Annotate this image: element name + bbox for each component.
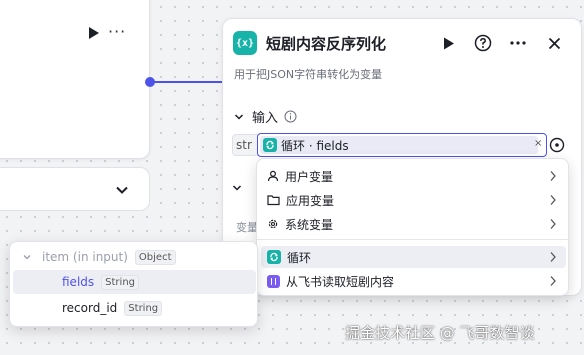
play-icon	[444, 37, 454, 49]
tree-child-row-fields[interactable]: fields String	[13, 270, 256, 294]
type-chip: String	[124, 300, 163, 316]
variables-label: 变量	[236, 221, 258, 234]
dropdown-item-loop[interactable]: 循环	[261, 246, 566, 268]
loop-icon	[263, 138, 277, 152]
loop-fields-tree: item (in input) Object fields String rec…	[9, 241, 258, 327]
loop-icon	[267, 250, 281, 264]
chevron-right-icon	[550, 219, 556, 229]
reference-text: 循环 · fields	[281, 138, 349, 153]
close-button[interactable]	[545, 34, 563, 52]
type-chip: String	[101, 274, 139, 290]
folder-icon	[267, 195, 280, 206]
clear-reference-button[interactable]: ×	[534, 138, 542, 149]
dropdown-item-user-variables[interactable]: 用户变量	[261, 165, 566, 187]
chevron-down-icon	[234, 113, 244, 120]
chevron-right-icon	[550, 171, 556, 181]
info-icon[interactable]	[284, 110, 297, 123]
dropdown-item-label: 从飞书读取短剧内容	[286, 274, 395, 289]
dropdown-item-label: 循环	[287, 250, 312, 265]
dropdown-item-label: 用户变量	[285, 169, 334, 184]
dropdown-item-app-variables[interactable]: 应用变量	[261, 189, 566, 211]
chevron-right-icon	[550, 276, 556, 286]
node-title[interactable]: 短剧内容反序列化	[266, 33, 386, 54]
chevron-right-icon	[550, 252, 556, 262]
tree-child-row-record-id[interactable]: record_id String	[13, 296, 256, 320]
dropdown-item-feishu-node[interactable]: 从飞书读取短剧内容	[261, 270, 566, 292]
dropdown-item-system-variables[interactable]: 系统变量	[261, 213, 566, 235]
tree-child-name: fields	[62, 275, 95, 289]
chevron-down-icon	[23, 255, 31, 260]
dropdown-divider	[257, 239, 570, 240]
variable-dropdown: 用户变量 应用变量 系统变量 循环 从飞书读取短剧内容	[256, 158, 570, 296]
play-icon[interactable]	[87, 26, 101, 40]
previous-node-card[interactable]: ···	[0, 0, 150, 159]
input-section-label: 输入	[252, 111, 279, 126]
target-icon[interactable]	[549, 137, 565, 153]
panel-header: {x} 短剧内容反序列化	[233, 31, 386, 55]
json-node-icon: {x}	[233, 31, 257, 55]
gear-icon	[268, 219, 278, 229]
watermark-text: 掘金技术社区 @ 飞哥数智谈	[345, 324, 535, 342]
run-node-button[interactable]	[440, 34, 458, 52]
help-button[interactable]	[474, 34, 492, 52]
reference-tag[interactable]: 循环 · fields	[260, 136, 538, 154]
help-icon	[474, 34, 492, 52]
connection-line	[154, 81, 224, 83]
variable-reference-input[interactable]: 循环 · fields ×	[257, 133, 547, 157]
node-description: 用于把JSON字符串转化为变量	[234, 68, 383, 81]
tree-parent-row[interactable]: item (in input) Object	[13, 245, 256, 269]
tree-child-name: record_id	[62, 301, 118, 315]
tree-parent-name: item (in input)	[42, 250, 128, 264]
close-icon	[548, 37, 560, 49]
chevron-right-icon	[550, 195, 556, 205]
previous-node-select[interactable]	[0, 167, 150, 211]
more-icon	[510, 41, 526, 45]
input-section-header[interactable]: 输入	[234, 107, 297, 126]
feishu-icon	[267, 274, 280, 288]
user-icon	[267, 170, 279, 182]
more-options-button[interactable]	[509, 34, 527, 52]
more-icon[interactable]: ···	[108, 24, 126, 40]
chevron-down-icon	[116, 186, 128, 194]
chevron-down-icon[interactable]	[232, 183, 242, 193]
dropdown-item-label: 应用变量	[286, 193, 335, 208]
dropdown-item-label: 系统变量	[285, 217, 334, 232]
type-chip: Object	[134, 249, 176, 265]
